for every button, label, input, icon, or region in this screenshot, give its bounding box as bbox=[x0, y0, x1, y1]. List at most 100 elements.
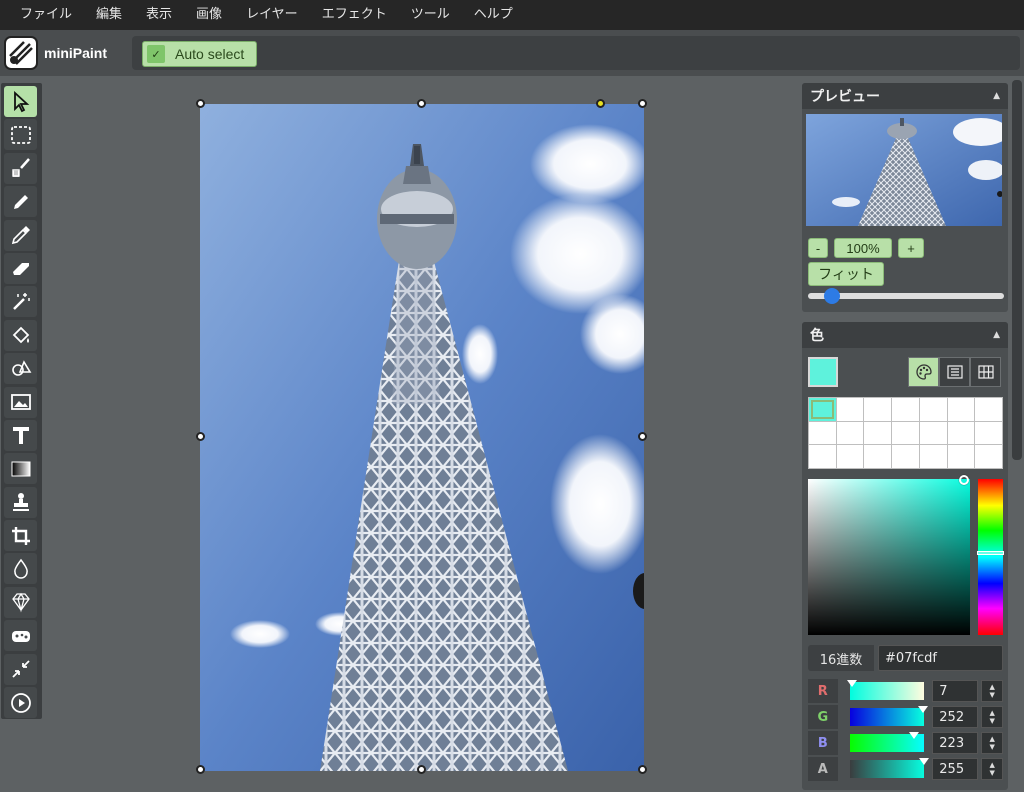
shape-tool[interactable] bbox=[4, 353, 37, 385]
gradient-tool[interactable] bbox=[4, 453, 37, 485]
hue-slider[interactable] bbox=[978, 479, 1003, 635]
menu-edit[interactable]: 編集 bbox=[84, 0, 134, 30]
palette-swatch[interactable] bbox=[836, 445, 864, 468]
resize-handle-bl[interactable] bbox=[196, 765, 205, 774]
resize-handle-br[interactable] bbox=[638, 765, 647, 774]
palette-swatch[interactable] bbox=[975, 398, 1002, 421]
palette-swatch[interactable] bbox=[892, 445, 919, 468]
pencil-tool[interactable] bbox=[4, 186, 37, 218]
color-panel-header[interactable]: 色 ▲ bbox=[802, 322, 1008, 348]
current-color-swatch[interactable] bbox=[808, 357, 838, 387]
brand[interactable]: miniPaint bbox=[0, 34, 126, 72]
brush-tool[interactable] bbox=[4, 152, 37, 184]
auto-select-toggle[interactable]: ✓ Auto select bbox=[142, 41, 258, 67]
menu-layers[interactable]: レイヤー bbox=[234, 0, 310, 30]
palette-swatch[interactable] bbox=[947, 398, 975, 421]
preview-thumbnail[interactable] bbox=[806, 114, 1002, 226]
palette-swatch[interactable] bbox=[892, 398, 919, 421]
red-channel-stepper[interactable]: ▲ ▼ bbox=[981, 680, 1003, 702]
menu-image[interactable]: 画像 bbox=[184, 0, 234, 30]
zoom-slider-knob[interactable] bbox=[823, 288, 840, 304]
palette-swatch[interactable] bbox=[809, 421, 836, 445]
palette-swatch[interactable] bbox=[947, 445, 975, 468]
zoom-out-button[interactable]: - bbox=[808, 238, 828, 258]
resize-handle-ml[interactable] bbox=[196, 432, 205, 441]
green-channel-slider[interactable] bbox=[840, 706, 931, 728]
hex-label: 16進数 bbox=[808, 645, 874, 671]
collapse-arrow-icon[interactable]: ▲ bbox=[993, 91, 1000, 101]
sidebar-scrollbar[interactable] bbox=[1012, 80, 1022, 460]
sharpen-tool[interactable] bbox=[4, 586, 37, 618]
blue-channel-marker[interactable] bbox=[908, 732, 919, 739]
menu-effects[interactable]: エフェクト bbox=[310, 0, 399, 30]
palette-swatch[interactable] bbox=[892, 421, 919, 445]
alpha-channel-input[interactable] bbox=[932, 758, 979, 780]
palette-mode-button[interactable] bbox=[908, 357, 939, 387]
resize-handle-tl[interactable] bbox=[196, 99, 205, 108]
palette-swatch[interactable] bbox=[947, 421, 975, 445]
palette-swatch[interactable] bbox=[809, 398, 836, 421]
palette-swatch[interactable] bbox=[836, 421, 864, 445]
green-channel-stepper[interactable]: ▲ ▼ bbox=[981, 706, 1003, 728]
palette-swatch[interactable] bbox=[836, 398, 864, 421]
zoom-slider[interactable] bbox=[808, 288, 1004, 304]
palette-swatch[interactable] bbox=[975, 445, 1002, 468]
palette-swatch[interactable] bbox=[809, 445, 836, 468]
text-tool[interactable] bbox=[4, 419, 37, 451]
resize-handle-tr[interactable] bbox=[638, 99, 647, 108]
zoom-in-button[interactable]: + bbox=[898, 238, 924, 258]
saturation-value-knob[interactable] bbox=[959, 475, 969, 485]
canvas-image[interactable] bbox=[200, 104, 644, 771]
alpha-channel-stepper[interactable]: ▲ ▼ bbox=[981, 758, 1003, 780]
blur-tool[interactable] bbox=[4, 553, 37, 585]
palette-swatch[interactable] bbox=[864, 398, 892, 421]
resize-handle-bc[interactable] bbox=[417, 765, 426, 774]
menu-help[interactable]: ヘルプ bbox=[462, 0, 525, 30]
erase-tool[interactable] bbox=[4, 252, 37, 284]
resize-handle-tc[interactable] bbox=[417, 99, 426, 108]
palette-swatch[interactable] bbox=[919, 445, 947, 468]
fit-button[interactable]: フィット bbox=[808, 262, 884, 286]
fill-tool[interactable] bbox=[4, 319, 37, 351]
menu-file[interactable]: ファイル bbox=[8, 0, 84, 30]
menu-bar: ファイル 編集 表示 画像 レイヤー エフェクト ツール ヘルプ bbox=[0, 0, 1024, 30]
palette-swatch[interactable] bbox=[919, 421, 947, 445]
shapes-icon bbox=[11, 359, 31, 376]
hex-input[interactable] bbox=[878, 645, 1003, 671]
grid-mode-button[interactable] bbox=[970, 357, 1001, 387]
list-mode-button[interactable] bbox=[939, 357, 970, 387]
menu-tools[interactable]: ツール bbox=[399, 0, 462, 30]
zoom-value-button[interactable]: 100% bbox=[834, 238, 892, 258]
red-channel-input[interactable] bbox=[932, 680, 979, 702]
saturation-value-picker[interactable] bbox=[808, 479, 970, 635]
red-channel-marker[interactable] bbox=[846, 680, 857, 687]
blue-channel-slider[interactable] bbox=[840, 732, 931, 754]
animation-tool[interactable] bbox=[4, 687, 37, 719]
green-channel-input[interactable] bbox=[932, 706, 979, 728]
magic-wand-tool[interactable] bbox=[4, 286, 37, 318]
palette-swatch[interactable] bbox=[864, 445, 892, 468]
rotate-handle[interactable] bbox=[596, 99, 605, 108]
alpha-channel-slider[interactable] bbox=[840, 758, 931, 780]
palette-swatch[interactable] bbox=[919, 398, 947, 421]
clone-tool[interactable] bbox=[4, 486, 37, 518]
hue-slider-knob[interactable] bbox=[977, 551, 1004, 555]
select-tool[interactable] bbox=[4, 86, 37, 117]
media-tool[interactable] bbox=[4, 386, 37, 418]
reduce-tool[interactable] bbox=[4, 653, 37, 685]
resize-handle-mr[interactable] bbox=[638, 432, 647, 441]
menu-view[interactable]: 表示 bbox=[134, 0, 184, 30]
preview-panel-header[interactable]: プレビュー ▲ bbox=[802, 83, 1008, 109]
green-channel-marker[interactable] bbox=[917, 706, 928, 713]
collapse-arrow-icon[interactable]: ▲ bbox=[993, 330, 1000, 340]
alpha-channel-marker[interactable] bbox=[918, 758, 929, 765]
color-picker-tool[interactable] bbox=[4, 219, 37, 251]
bulge-pinch-tool[interactable] bbox=[4, 620, 37, 652]
red-channel-slider[interactable] bbox=[840, 680, 931, 702]
rectangle-select-tool[interactable] bbox=[4, 119, 37, 151]
blue-channel-stepper[interactable]: ▲ ▼ bbox=[981, 732, 1003, 754]
palette-swatch[interactable] bbox=[864, 421, 892, 445]
blue-channel-input[interactable] bbox=[932, 732, 979, 754]
crop-tool[interactable] bbox=[4, 520, 37, 552]
palette-swatch[interactable] bbox=[975, 421, 1002, 445]
